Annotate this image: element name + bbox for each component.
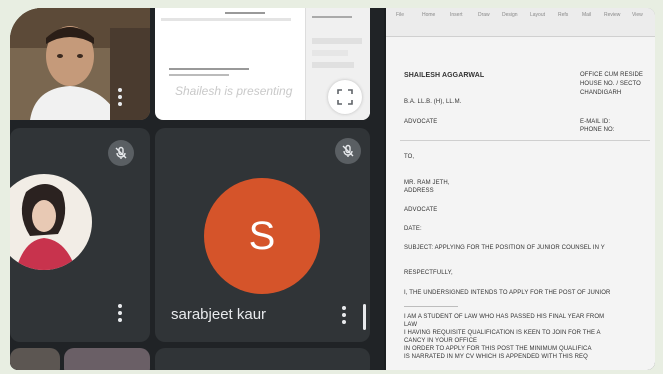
participant-video-tile[interactable] <box>10 8 150 120</box>
ribbon-tab[interactable]: View <box>632 12 643 18</box>
recipient-designation: ADVOCATE <box>404 207 438 213</box>
salutation: RESPECTFULLY, <box>404 270 453 276</box>
participant-tile[interactable]: S sarabjeet kaur <box>155 128 370 342</box>
date-line: DATE: <box>404 226 422 232</box>
participant-tile[interactable] <box>155 348 370 370</box>
recipient-name: MR. RAM JETH, <box>404 180 450 186</box>
ribbon-tab[interactable]: File <box>396 12 404 18</box>
presenting-label: Shailesh is presenting <box>175 84 293 98</box>
participant-name: sarabjeet kaur <box>171 306 267 323</box>
tablet-screen: Shailesh is presenting S sarabjeet kaur … <box>10 8 655 370</box>
photo-frame: Shailesh is presenting S sarabjeet kaur … <box>0 0 663 374</box>
address-line: CHANDIGARH <box>580 90 622 96</box>
more-vert-icon[interactable] <box>118 88 122 106</box>
participant-tile[interactable] <box>10 128 150 342</box>
email-label: E-MAIL ID: <box>580 119 611 125</box>
document-ribbon: File Home Insert Draw Design Layout Refs… <box>386 8 655 37</box>
participant-video-tile[interactable] <box>10 348 60 370</box>
participant-grid: Shailesh is presenting S sarabjeet kaur <box>10 8 384 370</box>
paragraph-line: I AM A STUDENT OF LAW WHO HAS PASSED HIS… <box>404 314 605 320</box>
ribbon-tab[interactable]: Home <box>422 12 435 18</box>
designation: ADVOCATE <box>404 119 438 125</box>
paragraph-line: IS NARRATED IN MY CV WHICH IS APPENDED W… <box>404 354 588 360</box>
participant-video <box>10 8 150 120</box>
subject-line: SUBJECT: APPLYING FOR THE POSITION OF JU… <box>404 245 605 251</box>
ribbon-tab[interactable]: Review <box>604 12 620 18</box>
more-vert-icon[interactable] <box>342 306 346 324</box>
paragraph-line: IN ORDER TO APPLY FOR THIS POST THE MINI… <box>404 346 592 352</box>
paragraph-line: I HAVING REQUISITE QUALIFICATION IS KEEN… <box>404 330 601 336</box>
ribbon-tab[interactable]: Refs <box>558 12 568 18</box>
paragraph-line: I, THE UNDERSIGNED INTENDS TO APPLY FOR … <box>404 290 611 296</box>
ribbon-tab[interactable]: Draw <box>478 12 490 18</box>
mic-off-icon <box>108 140 134 166</box>
divider <box>404 306 458 307</box>
ribbon-tab[interactable]: Insert <box>450 12 463 18</box>
recipient-address: ADDRESS <box>404 188 434 194</box>
shared-document: File Home Insert Draw Design Layout Refs… <box>386 8 655 370</box>
ribbon-tab[interactable]: Design <box>502 12 518 18</box>
shared-screen-preview: Shailesh is presenting <box>155 8 370 120</box>
participant-video-tile[interactable] <box>64 348 150 370</box>
paragraph-line: LAW <box>404 322 418 328</box>
sender-name: SHAILESH AGGARWAL <box>404 72 485 79</box>
fullscreen-button[interactable] <box>328 80 362 114</box>
phone-label: PHONE NO: <box>580 127 615 133</box>
more-vert-icon[interactable] <box>118 304 122 322</box>
divider <box>400 140 650 141</box>
avatar <box>10 174 92 270</box>
avatar: S <box>204 178 320 294</box>
mic-off-icon <box>335 138 361 164</box>
address-line: HOUSE NO. / SECTO <box>580 81 641 87</box>
office-label: OFFICE CUM RESIDE <box>580 72 644 78</box>
to-line: TO, <box>404 154 415 160</box>
fullscreen-icon <box>337 89 353 105</box>
scrollbar[interactable] <box>363 304 366 330</box>
avatar-initial: S <box>248 213 276 258</box>
qualification: B.A. LL.B. (H), LL.M. <box>404 99 462 105</box>
ribbon-tab[interactable]: Mail <box>582 12 591 18</box>
ribbon-tab[interactable]: Layout <box>530 12 545 18</box>
paragraph-line: CANCY IN YOUR OFFICE <box>404 338 478 344</box>
